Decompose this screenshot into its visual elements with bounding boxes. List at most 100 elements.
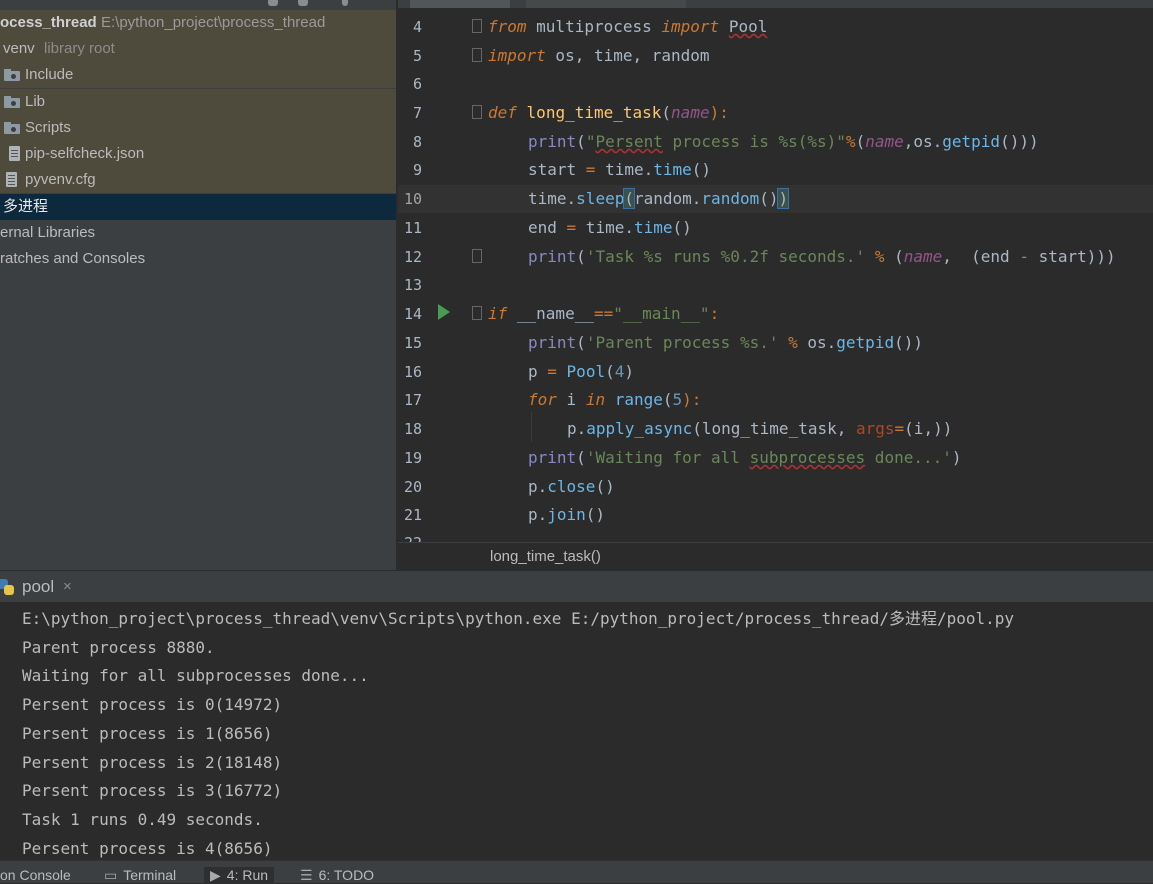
- project-root-name: ocess_thread: [0, 14, 97, 31]
- console-line: Persent process is 2(18148): [22, 753, 283, 772]
- code-editor[interactable]: from multiprocess import Pool import os,…: [398, 0, 1153, 570]
- gear-icon[interactable]: [268, 0, 278, 6]
- code-line-16: p = Pool(4): [528, 362, 634, 381]
- line-number: 13: [403, 276, 422, 294]
- console-line: Persent process is 4(8656): [22, 839, 273, 858]
- terminal-label: Terminal: [123, 867, 177, 883]
- line-number: 6: [412, 75, 422, 93]
- console-line: Persent process is 0(14972): [22, 695, 283, 714]
- code-line-11: end = time.time(): [528, 218, 692, 237]
- tree-item-label: Scripts: [25, 119, 71, 136]
- tree-item-label: Lib: [25, 93, 46, 110]
- line-number: 15: [403, 334, 422, 352]
- folder-icon: [4, 96, 20, 108]
- todo-button[interactable]: ☰ 6: TODO: [300, 867, 374, 884]
- tree-item-include[interactable]: Include: [0, 62, 396, 88]
- fold-marker-icon[interactable]: [472, 249, 482, 263]
- tree-item-pip-selfcheck[interactable]: pip-selfcheck.json: [0, 141, 396, 167]
- fold-marker-icon[interactable]: [472, 48, 482, 62]
- code-line-21: p.join(): [528, 505, 606, 524]
- line-number: 19: [403, 449, 422, 467]
- line-number: 9: [412, 161, 422, 179]
- tree-item-label: Include: [25, 66, 74, 83]
- project-panel: ocess_thread E:\python_project\process_t…: [0, 0, 396, 570]
- config-file-icon: [6, 172, 17, 187]
- line-number: 5: [412, 47, 422, 65]
- editor-tab-strip[interactable]: [398, 0, 1153, 8]
- line-number: 10: [403, 190, 422, 208]
- pin-icon[interactable]: [342, 0, 348, 6]
- folder-icon: [4, 69, 20, 81]
- line-number: 21: [403, 506, 422, 524]
- code-line-12: print('Task %s runs %0.2f seconds.' % (n…: [398, 243, 1153, 271]
- line-number: 14: [403, 305, 422, 323]
- code-line-7: def long_time_task(name):: [398, 99, 1153, 127]
- json-file-icon: [9, 146, 20, 161]
- run-tab-label: pool: [22, 577, 55, 596]
- run-icon: ▶: [210, 867, 221, 883]
- python-console-button[interactable]: on Console: [0, 867, 71, 883]
- console-line: Waiting for all subprocesses done...: [22, 666, 369, 685]
- line-number: 20: [403, 478, 422, 496]
- project-root-path: E:\python_project\process_thread: [101, 14, 326, 31]
- tree-item-label: ratches and Consoles: [0, 250, 146, 267]
- line-number: 4: [412, 18, 422, 36]
- console-line: Task 1 runs 0.49 seconds.: [22, 810, 263, 829]
- python-console-label: on Console: [0, 867, 71, 883]
- breadcrumb[interactable]: long_time_task(): [398, 542, 1153, 570]
- console-line: Persent process is 1(8656): [22, 724, 273, 743]
- tree-item-scripts[interactable]: Scripts: [0, 115, 396, 141]
- code-line-10-current: time.sleep(random.random()): [398, 185, 1153, 213]
- line-number: 17: [403, 391, 422, 409]
- code-line-14: if __name__=="__main__":: [398, 300, 1153, 328]
- fold-marker-icon[interactable]: [472, 105, 482, 119]
- code-line-4: from multiprocess import Pool: [398, 13, 1153, 41]
- line-number: 18: [403, 420, 422, 438]
- tree-item-label: 多进程: [3, 198, 49, 215]
- code-line-9: start = time.time(): [528, 160, 712, 179]
- line-number: 12: [403, 248, 422, 266]
- tree-item-venv-label: venv: [3, 40, 35, 57]
- tree-item-label: pyvenv.cfg: [25, 171, 96, 188]
- terminal-icon: ▭: [104, 867, 118, 883]
- run-label: 4: Run: [226, 867, 269, 883]
- run-console[interactable]: E:\python_project\process_thread\venv\Sc…: [0, 602, 1153, 860]
- tree-item-label: ernal Libraries: [0, 224, 96, 241]
- tool-window-bar: on Console ▭ Terminal ▶ 4: Run ☰ 6: TODO: [0, 860, 1153, 884]
- project-root[interactable]: ocess_thread E:\python_project\process_t…: [0, 10, 396, 36]
- code-line-5: import os, time, random: [398, 42, 1153, 70]
- run-panel-header: pool ×: [0, 570, 1153, 603]
- fold-marker-icon[interactable]: [472, 306, 482, 320]
- line-number: 8: [412, 133, 422, 151]
- tree-item-venv[interactable]: venv library root: [0, 36, 396, 62]
- breadcrumb-function[interactable]: long_time_task(): [490, 548, 601, 565]
- line-number: 7: [412, 104, 422, 122]
- python-icon: [0, 579, 14, 595]
- console-line: Persent process is 3(16772): [22, 781, 283, 800]
- console-line: Parent process 8880.: [22, 638, 215, 657]
- code-line-17: for i in range(5):: [528, 390, 702, 409]
- tree-item-pyvenv[interactable]: pyvenv.cfg: [0, 167, 396, 193]
- tree-item-multiprocess-folder[interactable]: 多进程: [0, 194, 396, 220]
- run-button[interactable]: ▶ 4: Run: [204, 867, 275, 884]
- folder-icon: [4, 122, 20, 134]
- tree-item-scratches[interactable]: ratches and Consoles: [0, 246, 396, 272]
- tree-item-external-libraries[interactable]: ernal Libraries: [0, 220, 396, 246]
- terminal-button[interactable]: ▭ Terminal: [104, 867, 176, 884]
- code-line-19: print('Waiting for all subprocesses done…: [528, 448, 962, 467]
- code-line-18: p.apply_async(long_time_task, args=(i,)): [567, 419, 953, 438]
- todo-label: 6: TODO: [318, 867, 375, 883]
- tree-item-lib[interactable]: Lib: [0, 89, 396, 115]
- console-line: E:\python_project\process_thread\venv\Sc…: [22, 609, 1015, 628]
- fold-marker-icon[interactable]: [472, 19, 482, 33]
- editor-tab-other[interactable]: [526, 0, 686, 8]
- code-line-20: p.close(): [528, 477, 615, 496]
- tree-item-label: pip-selfcheck.json: [25, 145, 145, 162]
- line-number: 11: [403, 219, 422, 237]
- line-number-gutter: 4 5 6 7 8 9 10 11 12 13 14 15 16 17 18 1…: [398, 12, 466, 552]
- editor-tab-pool[interactable]: [410, 0, 510, 8]
- close-icon[interactable]: ×: [63, 578, 72, 595]
- collapse-icon[interactable]: [298, 0, 308, 6]
